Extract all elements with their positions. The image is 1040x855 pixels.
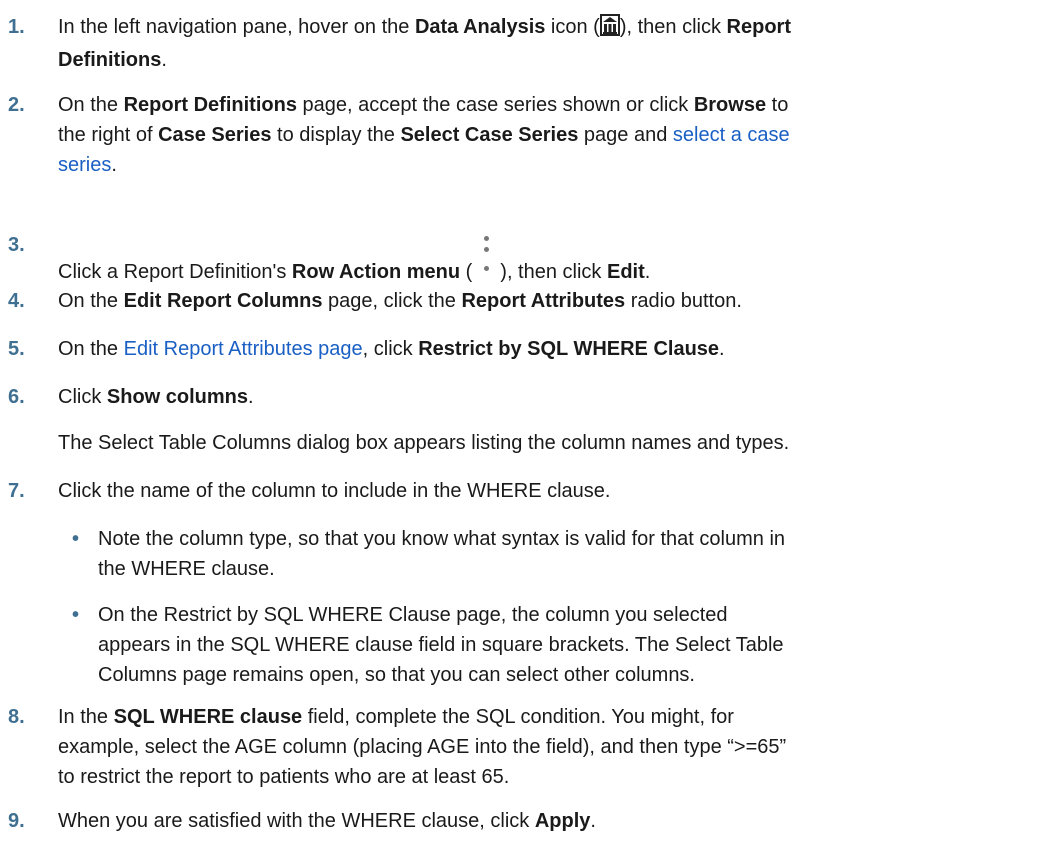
bullet-text: Note the column type, so that you know w… <box>98 528 786 580</box>
select-case-series-link[interactable]: select a case <box>673 124 790 146</box>
data-analysis-icon <box>599 14 620 45</box>
step-number: 7. <box>8 480 25 502</box>
step-number: 1. <box>8 16 25 38</box>
step-text: Click Show columns. <box>58 386 254 408</box>
step-text: Click a Report Definition's Row Action m… <box>58 230 1033 287</box>
step-text: On the Report Definitions page, accept t… <box>58 94 790 176</box>
step-number: 6. <box>8 386 25 408</box>
edit-report-attributes-link[interactable]: Edit Report Attributes page <box>124 338 363 360</box>
select-case-series-link-cont[interactable]: series <box>58 154 111 176</box>
step-text: When you are satisfied with the WHERE cl… <box>58 810 596 832</box>
step-note: The Select Table Columns dialog box appe… <box>58 432 790 454</box>
step-number: 8. <box>8 706 25 728</box>
step-text: In the SQL WHERE clause field, complete … <box>58 706 787 788</box>
document: 1. In the left navigation pane, hover on… <box>0 0 1040 855</box>
step-text: In the left navigation pane, hover on th… <box>58 14 791 71</box>
step-number: 9. <box>8 810 25 832</box>
bullet-marker: • <box>72 528 80 550</box>
step-number: 2. <box>8 94 25 116</box>
step-text: Click the name of the column to include … <box>58 480 611 502</box>
kebab-menu-icon <box>472 230 500 286</box>
step-number: 5. <box>8 338 25 360</box>
step-number: 4. <box>8 290 25 312</box>
step-number: 3. <box>8 234 25 256</box>
bullet-text: On the Restrict by SQL WHERE Clause page… <box>98 604 784 686</box>
step-text: On the Edit Report Columns page, click t… <box>58 290 742 312</box>
step-text: On the Edit Report Attributes page, clic… <box>58 338 725 360</box>
bullet-marker: • <box>72 604 80 626</box>
